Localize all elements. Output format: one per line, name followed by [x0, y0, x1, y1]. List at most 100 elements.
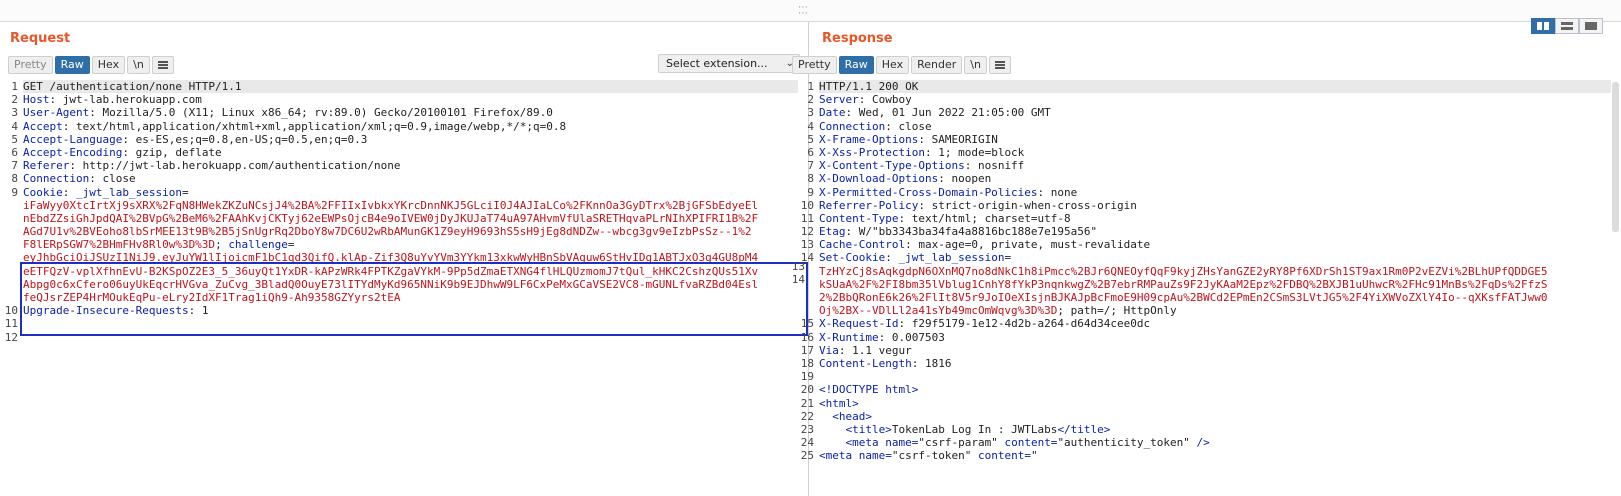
request-code-token: Accept-Language [23, 132, 123, 146]
response-code-line[interactable]: <!DOCTYPE html> [819, 383, 1611, 396]
request-code-token: User-Agent [23, 106, 90, 120]
response-code-line[interactable]: TzHYzCj8sAqkgdpN6OXnMQ7no8dNkC1h8iPmcc%2… [819, 265, 1611, 278]
response-code-token: Set-Cookie [819, 251, 886, 265]
response-code-token: <!DOCTYPE html> [819, 383, 919, 397]
response-code-line[interactable]: Date: Wed, 01 Jun 2022 21:05:00 GMT [819, 106, 1611, 119]
request-code-line[interactable]: feQJsrZEP4HrMOukEqPu-eLry2IdXF1Trag1iQh9… [23, 291, 798, 304]
response-code-line[interactable]: <head> [819, 410, 1611, 423]
response-code-line[interactable]: <title>TokenLab Log In : JWTLabs</title> [819, 423, 1611, 436]
request-code-line[interactable]: Accept: text/html,application/xhtml+xml,… [23, 120, 798, 133]
response-code-line[interactable]: Server: Cowboy [819, 93, 1611, 106]
request-pretty-tab[interactable]: Pretty [8, 56, 53, 74]
response-code-line[interactable]: Etag: W/"bb3343ba34fa4a8816bc188e7e195a5… [819, 225, 1611, 238]
request-code-token: : http://jwt-lab.herokuapp.com/authentic… [69, 159, 401, 173]
response-code-line[interactable]: Via: 1.1 vegur [819, 344, 1611, 357]
response-code-line[interactable]: Content-Length: 1816 [819, 357, 1611, 370]
request-editor[interactable]: 1 2 3 4 5 6 7 8 9 10 11 12 GET /authentication/none… [0, 78, 808, 496]
request-code-line[interactable] [23, 331, 798, 344]
request-hex-tab[interactable]: Hex [91, 56, 126, 74]
request-newline-toggle[interactable]: \n [127, 56, 150, 74]
response-line-number: 7 [807, 159, 814, 173]
request-code-line[interactable]: iFaWyy0XtcIrtXj9sXRX%2FqN8HWekZKZuNCsjJ4… [23, 199, 798, 212]
request-line-number [0, 225, 22, 238]
response-code-token: Connection [819, 119, 886, 133]
response-scrollbar[interactable] [1612, 82, 1619, 232]
response-line-number: 16 [800, 330, 814, 344]
response-code-line[interactable]: Oj%2BX--VDlLl2a41sYb49mcOmWqvg%3D%3D; pa… [819, 304, 1611, 317]
request-code-line[interactable]: eETFQzV-vplXfhnEvU-B2KSpOZ2E3_5_36uyQt1Y… [23, 265, 798, 278]
response-code-token: X-Runtime [819, 330, 879, 344]
response-code-token: Referrer-Policy [819, 198, 919, 212]
response-render-tab[interactable]: Render [911, 56, 963, 74]
response-code-line[interactable]: Referrer-Policy: strict-origin-when-cros… [819, 199, 1611, 212]
response-code-line[interactable]: <html> [819, 397, 1611, 410]
select-extension-label: Select extension... [666, 57, 768, 70]
response-code-line[interactable]: X-Xss-Protection: 1; mode=block [819, 146, 1611, 159]
request-code-line[interactable]: F8lERpSGW7%2BHmFHv8Rl0w%3D%3D; challenge… [23, 238, 798, 251]
request-code-token: : [62, 185, 76, 199]
response-menu-icon[interactable] [988, 56, 1011, 74]
request-code-line[interactable] [23, 317, 798, 330]
response-pretty-tab[interactable]: Pretty [792, 56, 837, 74]
response-code-line[interactable]: X-Frame-Options: SAMEORIGIN [819, 133, 1611, 146]
request-line-number: 11 [4, 317, 18, 331]
response-newline-toggle[interactable]: \n [964, 56, 987, 74]
response-line-number: 15 [800, 317, 814, 331]
response-editor[interactable]: 1 2 3 4 5 6 7 8 9 10 11 12 13 14 15 16 17 18 19 20 21 22 23 24 2… [796, 78, 1621, 496]
request-code-line[interactable]: nEbdZZsiGhJpdQAI%2BVpG%2BeM6%2FAAhKvjCKT… [23, 212, 798, 225]
response-code-token: X-Content-Type-Options [819, 159, 965, 173]
response-code-token: ; path=/; HttpOnly [1057, 304, 1177, 318]
request-code-line[interactable]: Abpg0c6xCfero06uyUkEqcrHVGva_ZuCvg_3Blad… [23, 278, 798, 291]
response-code-token: Via [819, 343, 839, 357]
request-code-line[interactable]: eyJhbGciOiJSUzI1NiJ9.eyJuYW1lIjoicmF1bC1… [23, 251, 798, 264]
request-code-token: AGd7U1v%2BVEoho8lbSrMEE13t9B%2B5jSnUgrRq… [23, 225, 752, 239]
request-menu-icon[interactable] [151, 56, 174, 74]
response-raw-tab[interactable]: Raw [838, 56, 874, 74]
drag-handle-icon[interactable]: ⋯ ⋯ [798, 3, 809, 19]
response-code-line[interactable]: X-Content-Type-Options: nosniff [819, 159, 1611, 172]
response-code-token: : [885, 251, 899, 265]
select-extension-dropdown[interactable]: Select extension... ⌄ [658, 54, 800, 73]
response-code-line[interactable]: 2%2BbQRonE6k26%2FlIt8V5r9JoIOeXIsjnBJKAJ… [819, 291, 1611, 304]
response-code-line[interactable]: X-Request-Id: f29f5179-1e12-4d2b-a264-d6… [819, 317, 1611, 330]
response-code-token: Cache-Control [819, 238, 906, 252]
response-code-line[interactable]: Set-Cookie: _jwt_lab_session= [819, 251, 1611, 264]
request-code-token: : 1 [188, 304, 209, 318]
request-code-line[interactable]: GET /authentication/none HTTP/1.1 [23, 80, 798, 94]
response-code[interactable]: HTTP/1.1 200 OK Server: Cowboy Date: Wed, … [819, 80, 1611, 462]
request-code-line[interactable]: Cookie: _jwt_lab_session= [23, 186, 798, 199]
response-code-line[interactable]: <meta name="csrf-param" content="authent… [819, 436, 1611, 449]
request-code-line[interactable]: User-Agent: Mozilla/5.0 (X11; Linux x86_… [23, 106, 798, 119]
response-code-line[interactable]: X-Permitted-Cross-Domain-Policies: none [819, 186, 1611, 199]
request-code-line[interactable]: Accept-Encoding: gzip, deflate [23, 146, 798, 159]
response-code-line[interactable]: X-Download-Options: noopen [819, 172, 1611, 185]
request-code-line[interactable]: Referer: http://jwt-lab.herokuapp.com/au… [23, 159, 798, 172]
request-code-token: Referer [23, 159, 70, 173]
response-code-token: : noopen [938, 172, 992, 186]
response-code-line[interactable]: Content-Type: text/html; charset=utf-8 [819, 212, 1611, 225]
request-raw-tab[interactable]: Raw [54, 56, 90, 74]
response-code-line[interactable]: HTTP/1.1 200 OK [819, 80, 1611, 94]
request-code-line[interactable]: Host: jwt-lab.herokuapp.com [23, 93, 798, 106]
response-hex-tab[interactable]: Hex [875, 56, 910, 74]
request-code-line[interactable]: Connection: close [23, 172, 798, 185]
request-code[interactable]: GET /authentication/none HTTP/1.1 Host: j… [23, 80, 798, 344]
request-code-line[interactable]: Upgrade-Insecure-Requests: 1 [23, 304, 798, 317]
request-code-line[interactable]: AGd7U1v%2BVEoho8lbSrMEE13t9B%2B5jSnUgrRq… [23, 225, 798, 238]
response-code-token: : SAMEORIGIN [918, 132, 998, 146]
response-code-token: : close [885, 119, 932, 133]
response-code-token: Oj%2BX--VDlLl2a41sYb49mcOmWqvg%3D%3D [819, 304, 1058, 318]
response-code-line[interactable]: X-Runtime: 0.007503 [819, 331, 1611, 344]
response-line-number: 19 [800, 370, 814, 384]
response-code-token: : max-age=0, private, must-revalidate [905, 238, 1151, 252]
response-code-line[interactable]: <meta name="csrf-token" content=" [819, 449, 1611, 462]
response-code-line[interactable]: Connection: close [819, 120, 1611, 133]
response-line-number: 23 [800, 422, 814, 436]
response-code-line[interactable]: kSUaA%2F%2FI8bm35lVblug1CnhY8fYkP3nqnkwg… [819, 278, 1611, 291]
response-code-token: Server [819, 93, 859, 107]
request-pane: Request Pretty Raw Hex \n Select extensi… [0, 22, 809, 496]
request-code-token: : text/html,application/xhtml+xml,applic… [62, 119, 567, 133]
response-code-line[interactable] [819, 370, 1611, 383]
response-code-line[interactable]: Cache-Control: max-age=0, private, must-… [819, 238, 1611, 251]
request-code-line[interactable]: Accept-Language: es-ES,es;q=0.8,en-US;q=… [23, 133, 798, 146]
